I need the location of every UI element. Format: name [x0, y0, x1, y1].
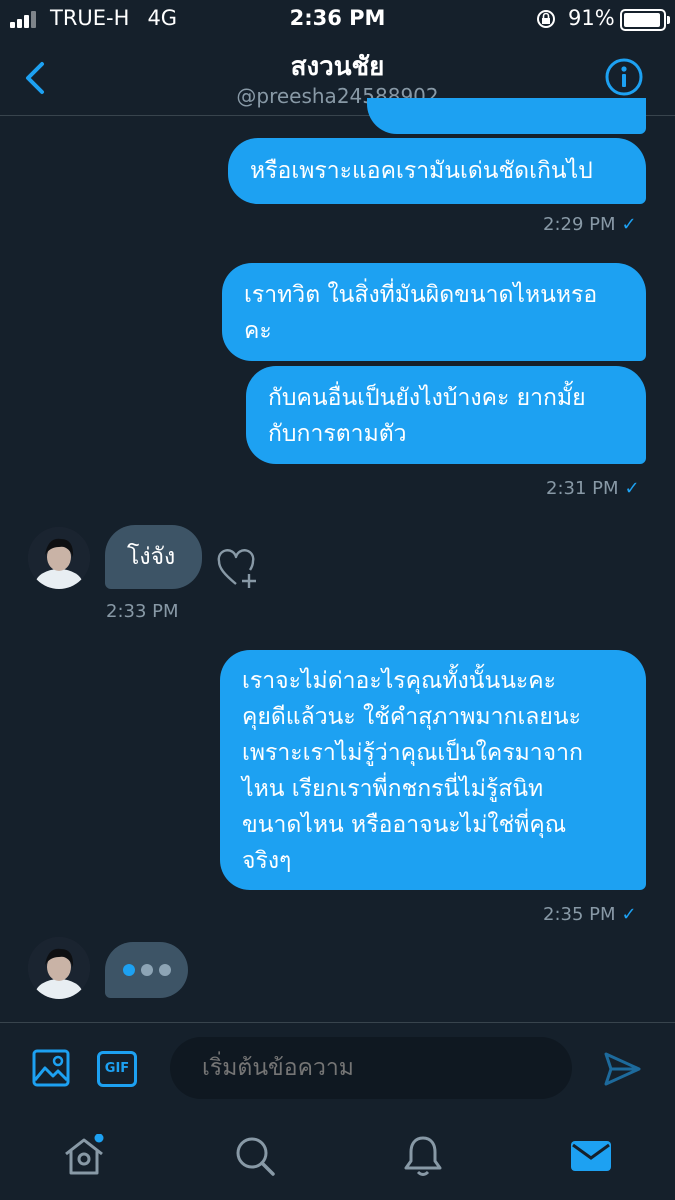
mail-icon[interactable] [569, 1134, 613, 1178]
message-bubble[interactable]: กับคนอื่นเป็นยังไงบ้างคะ ยากมั้ย กับการต… [246, 366, 646, 464]
bell-icon[interactable] [401, 1134, 445, 1178]
message-line: จริงๆ [242, 848, 292, 874]
message-bubble[interactable]: หรือเพราะแอคเรามันเด่นชัดเกินไป [228, 138, 646, 204]
conversation-title[interactable]: สงวนชัย [0, 46, 675, 87]
message-line: เราจะไม่ด่าอะไรคุณทั้งนั้นนะคะ [242, 668, 557, 694]
typing-indicator [105, 942, 188, 998]
message-timestamp: 2:31 PM ✓ [546, 478, 640, 499]
typing-dots-icon [123, 964, 171, 976]
rotation-lock-icon [537, 10, 555, 28]
image-icon[interactable] [32, 1049, 70, 1087]
message-line: เพราะเราไม่รู้ว่าคุณเป็นใครมาจาก [242, 740, 583, 766]
message-line: คุยดีแล้วนะ ใช้คำสุภาพมากเลยนะ [242, 704, 581, 730]
battery-icon [620, 9, 670, 31]
info-icon[interactable] [604, 57, 644, 97]
check-icon: ✓ [621, 214, 637, 235]
avatar-image [28, 937, 90, 999]
message-input[interactable] [170, 1037, 572, 1099]
compose-bar: GIF [0, 1022, 675, 1114]
message-line: เราทวิต ในสิ่งที่มันผิดขนาดไหนหรอ [244, 282, 598, 308]
send-icon[interactable] [602, 1049, 642, 1089]
previous-message-bubble[interactable] [367, 98, 646, 134]
message-bubble[interactable]: เราจะไม่ด่าอะไรคุณทั้งนั้นนะคะ คุยดีแล้ว… [220, 650, 646, 890]
message-text: หรือเพราะแอคเรามันเด่นชัดเกินไป [250, 158, 593, 184]
message-timestamp: 2:33 PM [106, 601, 179, 622]
message-text: โง่จัง [127, 544, 176, 570]
avatar[interactable] [28, 937, 90, 999]
message-timestamp: 2:35 PM ✓ [543, 904, 637, 925]
tab-bar [0, 1114, 675, 1200]
message-line: กับการตามตัว [268, 421, 407, 447]
message-line: กับคนอื่นเป็นยังไงบ้างคะ ยากมั้ย [268, 385, 586, 411]
avatar-image [28, 527, 90, 589]
message-bubble[interactable]: เราทวิต ในสิ่งที่มันผิดขนาดไหนหรอ คะ [222, 263, 646, 361]
status-bar: TRUE-H 4G 2:36 PM 91% [0, 0, 675, 40]
gif-button[interactable]: GIF [97, 1051, 137, 1087]
message-line: ขนาดไหน หรืออาจนะไม่ใช่พี่คุณ [242, 812, 567, 838]
search-icon[interactable] [233, 1134, 277, 1178]
check-icon: ✓ [621, 904, 637, 925]
avatar[interactable] [28, 527, 90, 589]
home-icon[interactable] [62, 1134, 106, 1178]
message-line: คะ [244, 318, 272, 344]
battery-percent: 91% [568, 6, 615, 30]
message-line: ไหน เรียกเราพี่กชกรนี่ไม่รู้สนิท [242, 776, 544, 802]
heart-plus-icon[interactable] [216, 548, 260, 592]
message-timestamp: 2:29 PM ✓ [543, 214, 637, 235]
check-icon: ✓ [624, 478, 640, 499]
message-bubble[interactable]: โง่จัง [105, 525, 202, 589]
